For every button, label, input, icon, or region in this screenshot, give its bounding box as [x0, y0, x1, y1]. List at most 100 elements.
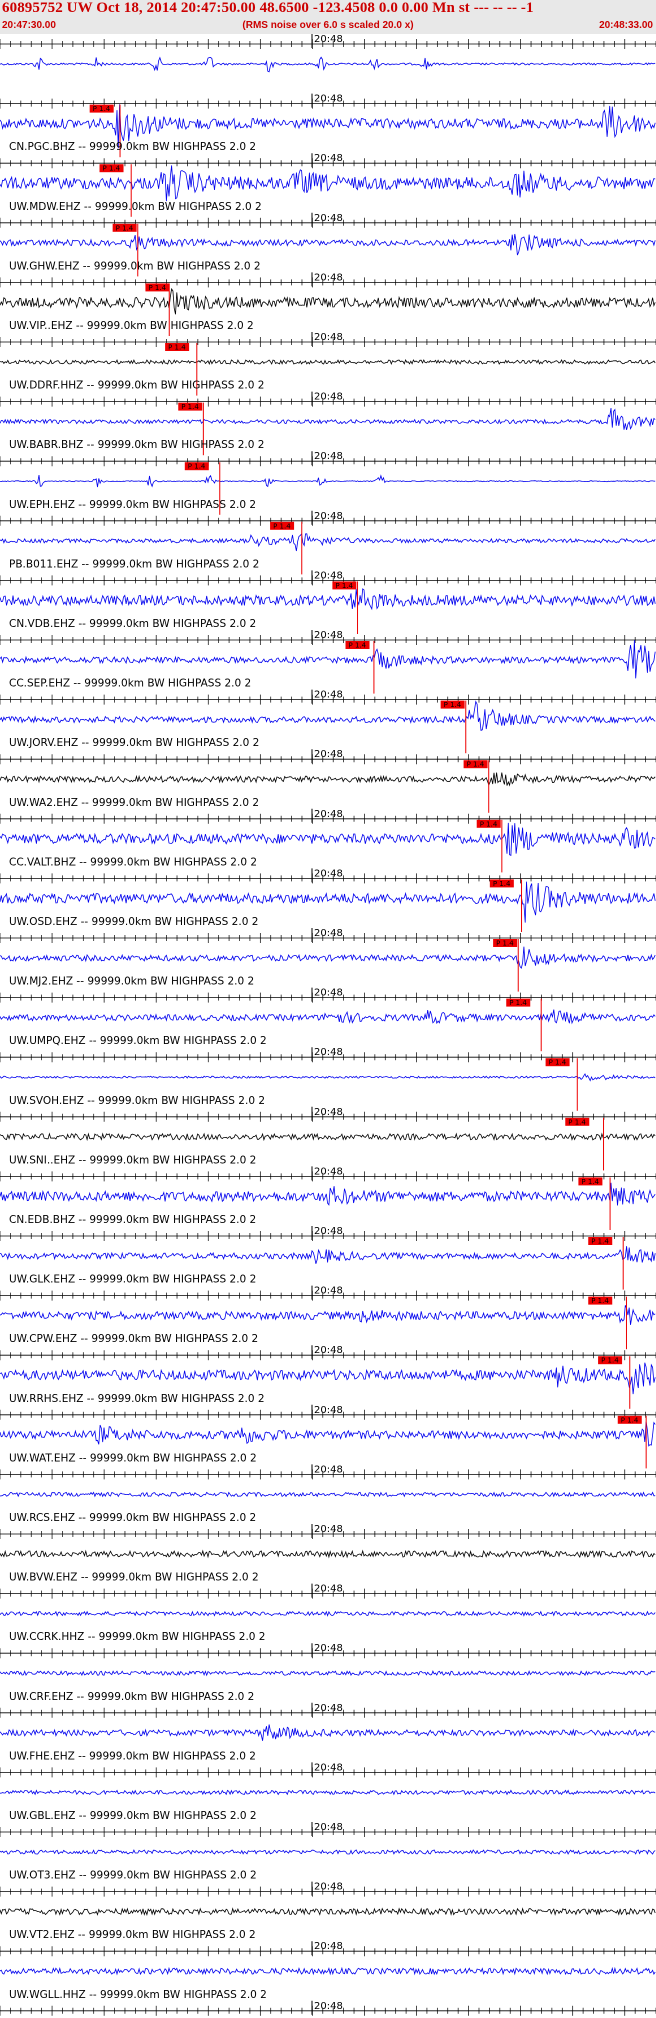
- waveform-trace: [0, 56, 656, 73]
- waveform-trace: [0, 588, 656, 611]
- time-tick-label: 20:48: [314, 451, 343, 462]
- time-tick-label: 20:48: [314, 1464, 343, 1475]
- waveform-trace: [0, 165, 656, 202]
- time-tick-label: 20:48: [314, 1822, 343, 1833]
- time-tick-label: 20:48: [314, 988, 343, 999]
- waveform-trace: [0, 532, 656, 552]
- waveform-trace: [0, 640, 656, 679]
- station-label: UW.VIP..EHZ -- 99999.0km BW HIGHPASS 2.0…: [9, 320, 254, 332]
- time-tick-label: 20:48: [314, 1345, 343, 1356]
- time-tick-label: 20:48: [314, 630, 343, 641]
- waveform-trace: [0, 1491, 656, 1498]
- time-tick-label: 20:48: [314, 1703, 343, 1714]
- waveform-trace: [0, 1362, 656, 1395]
- pick-flag-label: P 1.4: [444, 701, 462, 709]
- pick-flag-label: P 1.4: [116, 224, 134, 232]
- waveform-trace: [0, 1789, 656, 1796]
- pick-flag-label: P 1.4: [103, 165, 121, 173]
- station-label: UW.FHE.EHZ -- 99999.0km BW HIGHPASS 2.0 …: [9, 1750, 256, 1762]
- time-tick-label: 20:48: [314, 809, 343, 820]
- waveform-trace: [0, 1610, 656, 1617]
- pick-flag-label: P 1.4: [93, 105, 111, 113]
- waveform-trace: [0, 946, 656, 969]
- pick-flag-label: P 1.4: [493, 880, 511, 888]
- station-label: UW.BVW.EHZ -- 99999.0km BW HIGHPASS 2.0 …: [9, 1572, 259, 1584]
- waveform-trace: [0, 1132, 656, 1142]
- station-label: UW.UMPQ.EHZ -- 99999.0km BW HIGHPASS 2.0…: [9, 1035, 267, 1047]
- time-tick-label: 20:48: [314, 1047, 343, 1058]
- waveform-trace: [0, 822, 656, 857]
- station-label: UW.GHW.EHZ -- 99999.0km BW HIGHPASS 2.0 …: [9, 260, 261, 272]
- time-tick-label: 20:48: [314, 511, 343, 522]
- time-tick-label: 20:48: [314, 1524, 343, 1535]
- pick-flag-label: P 1.4: [549, 1059, 567, 1067]
- station-label: UW.DDRF.HHZ -- 99999.0km BW HIGHPASS 2.0…: [9, 380, 264, 392]
- pick-flag-label: P 1.4: [349, 642, 367, 650]
- time-tick-label: 20:48: [314, 749, 343, 760]
- time-tick-label: 20:48: [314, 392, 343, 403]
- seismogram-plot: 20:48 20:48 P 1.4 CN.PGC.BHZ -- 99999.0km B…: [0, 34, 656, 2016]
- pick-flag-label: P 1.4: [591, 1238, 609, 1246]
- station-label: UW.BABR.BHZ -- 99999.0km BW HIGHPASS 2.0…: [9, 439, 264, 451]
- station-label: UW.CRF.EHZ -- 99999.0km BW HIGHPASS 2.0 …: [9, 1691, 254, 1703]
- waveform-trace: [0, 474, 656, 488]
- waveform-trace: [0, 233, 656, 256]
- pick-flag-label: P 1.4: [188, 463, 206, 471]
- time-tick-label: 20:48: [314, 94, 343, 105]
- waveform-trace: [0, 1246, 656, 1264]
- waveform-trace: [0, 407, 656, 430]
- pick-flag-label: P 1.4: [480, 820, 498, 828]
- time-tick-label: 20:48: [314, 153, 343, 164]
- time-tick-label: 20:48: [314, 570, 343, 581]
- pick-flag-label: P 1.4: [568, 1118, 586, 1126]
- pick-flag-label: P 1.4: [581, 1178, 599, 1186]
- time-tick-label: 20:48: [314, 928, 343, 939]
- station-label: UW.SNI..EHZ -- 99999.0km BW HIGHPASS 2.0…: [9, 1154, 256, 1166]
- pick-flag-label: P 1.4: [509, 999, 527, 1007]
- station-label: CN.PGC.BHZ -- 99999.0km BW HIGHPASS 2.0 …: [9, 141, 256, 153]
- station-label: UW.OSD.EHZ -- 99999.0km BW HIGHPASS 2.0 …: [9, 916, 258, 928]
- header-bar: 60895752 UW Oct 18, 2014 20:47:50.00 48.…: [0, 0, 656, 34]
- scaling-note: (RMS noise over 6.0 s scaled 20.0 x): [242, 20, 414, 31]
- station-label: UW.OT3.EHZ -- 99999.0km BW HIGHPASS 2.0 …: [9, 1870, 257, 1882]
- time-tick-label: 20:48: [314, 213, 343, 224]
- waveform-trace: [0, 1421, 656, 1447]
- waveform-trace: [0, 1849, 656, 1855]
- station-label: UW.VT2.EHZ -- 99999.0km BW HIGHPASS 2.0 …: [9, 1929, 256, 1941]
- time-tick-label: 20:48: [314, 1882, 343, 1893]
- time-tick-label: 20:48: [314, 2001, 343, 2012]
- station-label: PB.B011.EHZ -- 99999.0km BW HIGHPASS 2.0…: [9, 558, 259, 570]
- pick-flag-label: P 1.4: [335, 582, 353, 590]
- station-label: UW.CCRK.HHZ -- 99999.0km BW HIGHPASS 2.0…: [9, 1631, 266, 1643]
- station-label: UW.CPW.EHZ -- 99999.0km BW HIGHPASS 2.0 …: [9, 1333, 258, 1345]
- station-label: CN.EDB.BHZ -- 99999.0km BW HIGHPASS 2.0 …: [9, 1214, 256, 1226]
- waveform-trace: [0, 1966, 656, 1976]
- waveform-trace: [0, 1009, 656, 1025]
- time-tick-label: 20:48: [314, 1405, 343, 1416]
- end-time: 20:48:33.00: [599, 20, 653, 31]
- station-label: UW.WA2.EHZ -- 99999.0km BW HIGHPASS 2.0 …: [9, 797, 259, 809]
- time-tick-label: 20:48: [314, 1643, 343, 1654]
- time-tick-label: 20:48: [314, 868, 343, 879]
- waveform-trace: [0, 1549, 656, 1559]
- time-tick-label: 20:48: [314, 1286, 343, 1297]
- pick-flag-label: P 1.4: [148, 284, 166, 292]
- time-tick-label: 20:48: [314, 1226, 343, 1237]
- station-label: UW.RRHS.EHZ -- 99999.0km BW HIGHPASS 2.0…: [9, 1393, 265, 1405]
- time-tick-label: 20:48: [314, 1107, 343, 1118]
- station-label: UW.WAT.EHZ -- 99999.0km BW HIGHPASS 2.0 …: [9, 1452, 257, 1464]
- waveform-trace: [0, 287, 656, 315]
- station-label: CC.VALT.BHZ -- 99999.0km BW HIGHPASS 2.0…: [9, 856, 257, 868]
- station-label: UW.MDW.EHZ -- 99999.0km BW HIGHPASS 2.0 …: [9, 201, 262, 213]
- time-tick-label: 20:48: [314, 1941, 343, 1952]
- station-label: UW.WGLL.HHZ -- 99999.0km BW HIGHPASS 2.0…: [9, 1989, 267, 2001]
- pick-flag-label: P 1.4: [168, 344, 186, 352]
- waveform-trace: [0, 359, 656, 366]
- time-tick-label: 20:48: [314, 1762, 343, 1773]
- pick-flag-label: P 1.4: [181, 403, 199, 411]
- station-label: UW.GBL.EHZ -- 99999.0km BW HIGHPASS 2.0 …: [9, 1810, 257, 1822]
- waveform-trace: [0, 1073, 656, 1082]
- station-label: UW.GLK.EHZ -- 99999.0km BW HIGHPASS 2.0 …: [9, 1274, 256, 1286]
- waveform-trace: [0, 1724, 656, 1741]
- time-tick-label: 20:48: [314, 332, 343, 343]
